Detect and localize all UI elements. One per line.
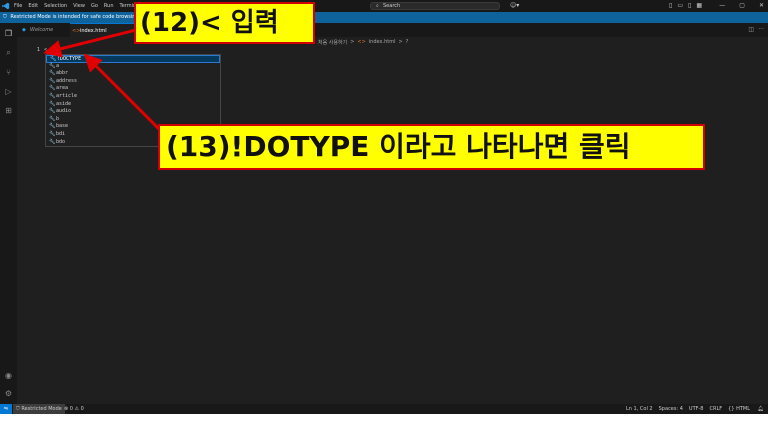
banner-text: Restricted Mode is intended for safe cod… <box>10 14 154 20</box>
editor-tab-bar: ◆ Welcome <> index.html ◫ ··· <box>17 23 768 37</box>
status-cursor-position[interactable]: Ln 1, Col 2 <box>626 404 653 414</box>
maximize-icon[interactable]: ▢ <box>739 0 745 12</box>
suggestion-label: audio <box>56 108 72 115</box>
shield-icon: ⛉ <box>3 14 7 20</box>
extensions-icon[interactable]: ⊞ <box>2 104 15 117</box>
tab-label: index.html <box>80 28 107 34</box>
status-restricted-label: Restricted Mode <box>21 406 62 412</box>
suggestion-label: bdo <box>56 138 66 145</box>
menu-file[interactable]: File <box>14 0 22 12</box>
wrench-icon: 🔧︎ <box>49 138 56 145</box>
search-label: Search <box>383 3 401 9</box>
breadcrumb-file[interactable]: index.html <box>369 39 396 46</box>
toggle-panel-icon[interactable]: ▭ <box>677 0 683 12</box>
suggestion-label: b <box>56 115 60 122</box>
suggestion-label: article <box>56 93 78 99</box>
menu-go[interactable]: Go <box>91 0 98 12</box>
run-debug-icon[interactable]: ▷ <box>2 85 15 98</box>
status-eol[interactable]: CRLF <box>709 404 722 414</box>
suggestion-label: base <box>56 123 69 130</box>
suggestion-item[interactable]: 🔧︎ !DOCTYPE <box>46 55 220 63</box>
tab-label: Welcome <box>30 27 54 33</box>
search-icon[interactable]: ⌕ <box>2 46 15 59</box>
toggle-secondary-sidebar-icon[interactable]: ▯ <box>688 0 691 12</box>
suggestion-item[interactable]: 🔧︎ abbr <box>46 70 220 78</box>
wrench-icon: 🔧︎ <box>49 131 56 137</box>
wrench-icon: 🔧︎ <box>49 123 56 130</box>
menu-bar: File Edit Selection View Go Run Termin <box>14 0 136 12</box>
html-file-icon: <> <box>72 28 81 34</box>
remote-indicator-icon[interactable]: ⇋ <box>0 404 12 414</box>
command-center-search[interactable]: ⌕ Search <box>370 2 500 10</box>
settings-icon[interactable]: ⚙ <box>2 387 15 400</box>
suggestion-item[interactable]: 🔧︎ aside <box>46 101 220 109</box>
menu-run[interactable]: Run <box>104 0 114 12</box>
activity-bar: ❐ ⌕ ⑂ ▷ ⊞ ◉ ⚙ <box>0 23 17 404</box>
vscode-window: File Edit Selection View Go Run Termin ⌕… <box>0 0 768 414</box>
wrench-icon: 🔧︎ <box>49 85 56 92</box>
menu-view[interactable]: View <box>73 0 85 12</box>
vscode-logo-icon: ◆ <box>22 27 26 33</box>
suggestion-label: bdi <box>56 131 66 137</box>
suggestion-item[interactable]: 🔧︎ audio <box>46 108 220 116</box>
suggestion-item[interactable]: 🔧︎ address <box>46 78 220 86</box>
suggestion-item[interactable]: 🔧︎ a <box>46 63 220 71</box>
suggestion-item[interactable]: 🔧︎ b <box>46 116 220 124</box>
suggestion-label: !DOCTYPE <box>57 56 82 62</box>
vscode-logo-icon <box>0 0 12 12</box>
suggestion-item[interactable]: 🔧︎ area <box>46 85 220 93</box>
shield-icon: ⛉ <box>16 406 20 412</box>
suggestion-label: area <box>56 85 69 92</box>
notifications-bell-icon[interactable]: 🔔︎ <box>758 404 764 414</box>
suggestion-label: abbr <box>56 70 69 77</box>
suggestion-item[interactable]: 🔧︎ article <box>46 93 220 101</box>
account-icon[interactable]: ◉ <box>2 369 15 382</box>
status-language-label: HTML <box>736 406 750 412</box>
breadcrumb-symbol[interactable]: ? <box>406 39 409 46</box>
breadcrumb-separator: > <box>398 39 403 45</box>
html-file-icon: <> <box>357 39 366 45</box>
toggle-sidebar-icon[interactable]: ▯ <box>669 0 672 12</box>
source-control-icon[interactable]: ⑂ <box>2 66 15 79</box>
breadcrumb-folder[interactable]: 처음 사용하기 <box>318 39 347 46</box>
line-number: 1 <box>36 47 40 53</box>
title-bar: File Edit Selection View Go Run Termin ⌕… <box>0 0 768 12</box>
copilot-icon[interactable]: ☺▾ <box>510 2 519 9</box>
search-icon: ⌕ <box>376 3 379 9</box>
layout-controls: ▯ ▭ ▯ ▦ <box>669 0 702 12</box>
status-indentation[interactable]: Spaces: 4 <box>659 404 683 414</box>
status-encoding[interactable]: UTF-8 <box>689 404 704 414</box>
wrench-icon: 🔧︎ <box>49 70 56 77</box>
minimize-icon[interactable]: — <box>719 0 725 12</box>
suggestion-label: a <box>56 62 60 69</box>
split-editor-icon[interactable]: ◫ <box>748 26 754 33</box>
wrench-icon: 🔧︎ <box>49 108 56 115</box>
close-icon[interactable]: ✕ <box>759 0 764 12</box>
status-bar: ⇋ ⛉ Restricted Mode ⊗ 0 ⚠ 0 Ln 1, Col 2 … <box>0 404 768 414</box>
code-line[interactable]: < <box>44 47 47 53</box>
status-restricted-mode[interactable]: ⛉ Restricted Mode <box>13 404 65 414</box>
explorer-icon[interactable]: ❐ <box>2 27 15 40</box>
window-controls: — ▢ ✕ <box>719 0 764 12</box>
status-problems[interactable]: ⊗ 0 ⚠ 0 <box>64 404 84 414</box>
suggestion-label: address <box>56 77 78 84</box>
status-right-group: Ln 1, Col 2 Spaces: 4 UTF-8 CRLF {} HTML <box>626 404 750 414</box>
tab-welcome[interactable]: ◆ Welcome <box>20 23 64 37</box>
more-actions-icon[interactable]: ··· <box>758 26 764 33</box>
breadcrumb: 처음 사용하기 > <> index.html > ? <box>318 39 408 46</box>
menu-selection[interactable]: Selection <box>44 0 67 12</box>
annotation-step13: (13)!DOTYPE 이라고 나타나면 클릭 <box>158 124 705 170</box>
breadcrumb-separator: > <box>350 39 355 45</box>
wrench-icon: 🔧︎ <box>49 93 56 99</box>
menu-edit[interactable]: Edit <box>28 0 38 12</box>
suggestion-label: aside <box>56 100 72 107</box>
status-language[interactable]: {} HTML <box>728 404 750 414</box>
customize-layout-icon[interactable]: ▦ <box>696 0 702 12</box>
annotation-step12: (12)< 입력 <box>134 2 315 44</box>
restricted-mode-banner[interactable]: ⛉ Restricted Mode is intended for safe c… <box>0 12 768 23</box>
